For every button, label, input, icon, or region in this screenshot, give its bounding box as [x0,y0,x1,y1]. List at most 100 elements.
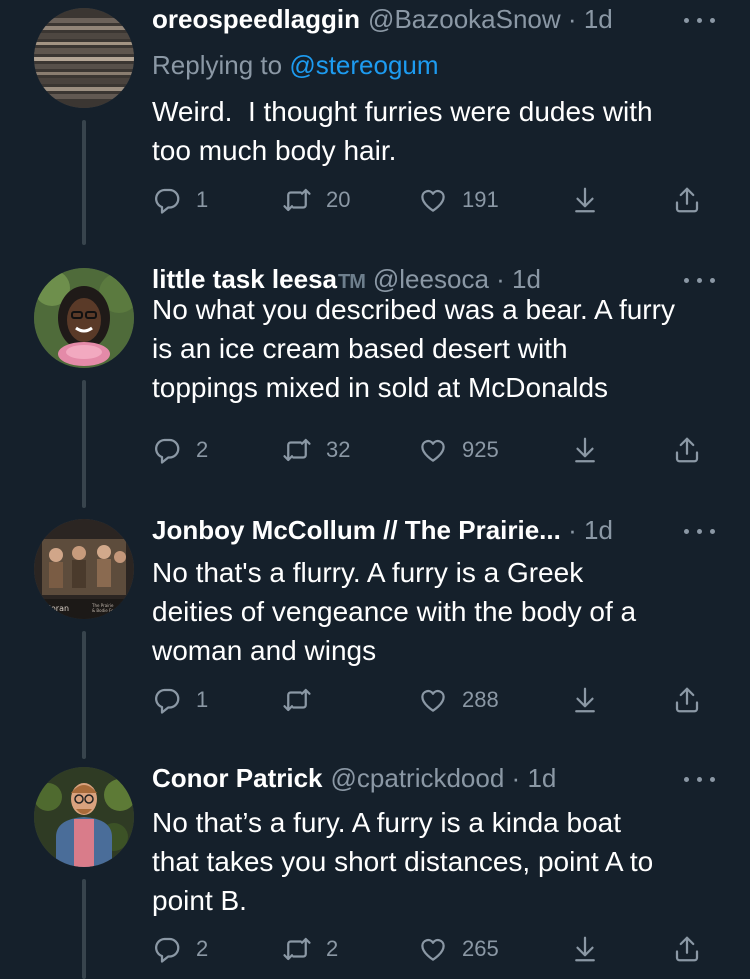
avatar-image [34,767,134,867]
retweet-button[interactable]: 20 [282,180,350,220]
share-icon [675,687,699,713]
retweet-count: 20 [326,187,351,212]
download-icon [575,936,595,962]
avatar[interactable] [34,8,134,108]
retweet-button[interactable]: 32 [282,430,350,470]
tweet-text-line: Weird. I thought furries were dudes with [152,96,653,127]
tweet-text-line: No what you described was a bear. A furr… [152,294,675,325]
tweet-text: No that’s a fury. A furry is a kinda boa… [152,803,720,920]
timestamp[interactable]: 1d [584,4,613,34]
like-count: 265 [462,936,499,961]
like-button[interactable]: 191 [418,180,499,220]
reply-count: 2 [196,437,209,462]
download-button[interactable] [570,180,600,220]
display-name[interactable]: Conor Patrick [152,763,323,793]
retweet-button[interactable] [282,680,326,720]
reply-icon [155,438,180,464]
tweet-text-line: No that's a flurry. A furry is a Greek [152,557,584,588]
avatar-image [34,8,134,108]
retweet-icon [283,438,311,462]
more-icon[interactable] [682,10,718,30]
share-button[interactable] [672,680,702,720]
like-button[interactable]: 288 [418,680,499,720]
download-icon [575,437,595,463]
separator: · [567,4,577,34]
handle[interactable]: @cpatrickdood [331,763,505,793]
download-button[interactable] [570,680,600,720]
retweet-icon [283,188,311,212]
avatar-caption: & Bodie Fest [92,608,118,613]
retweet-icon [283,937,311,961]
reply-count: 1 [196,187,209,212]
share-icon [675,437,699,463]
thread-line [82,380,86,508]
avatar-image [34,268,134,368]
download-button[interactable] [570,929,600,969]
reply-count: 2 [196,936,209,961]
tweet-text-line: is an ice cream based desert with [152,333,568,364]
tweet-text-line: No that’s a fury. A furry is a kinda boa… [152,807,621,838]
retweet-count: 2 [326,936,339,961]
retweet-button[interactable]: 2 [282,929,338,969]
like-icon [421,189,445,212]
tweet-text-line: toppings mixed in sold at McDonalds [152,372,609,403]
tweet-text-line: woman and wings [152,635,377,666]
timestamp[interactable]: 1d [527,763,556,793]
tweet-text: No that's a flurry. A furry is a Greek d… [152,553,720,670]
avatar[interactable] [34,767,134,867]
thread-line [82,879,86,979]
share-button[interactable] [672,180,702,220]
replying-to: Replying to @stereogum [152,48,439,82]
retweet-icon [283,688,311,712]
reply-button[interactable]: 2 [152,929,208,969]
avatar-caption: Moran [44,604,69,613]
replying-to-label: Replying to [152,50,283,80]
display-name[interactable]: oreospeedlaggin [152,4,360,34]
share-button[interactable] [672,430,702,470]
avatar-image: Moran The Prairie & Bodie Fest [34,519,134,619]
like-button[interactable]: 265 [418,929,499,969]
tweet-header: Conor Patrick @cpatrickdood · 1d [152,761,690,795]
thread-line [82,120,86,245]
download-icon [575,187,595,213]
like-count: 191 [462,187,499,212]
download-icon [575,687,595,713]
display-name[interactable]: Jonboy McCollum // The Prairie... [152,515,561,545]
like-button[interactable]: 925 [418,430,499,470]
thread-line [82,631,86,759]
tweet-header: oreospeedlaggin @BazookaSnow · 1d [152,2,690,36]
separator: · [568,515,577,545]
reply-count: 1 [196,687,209,712]
reply-icon [155,937,180,963]
reply-icon [155,688,180,714]
tweet-text-line: that takes you short distances, point A … [152,846,654,877]
avatar[interactable]: Moran The Prairie & Bodie Fest [34,519,134,619]
tweet-text-line: deities of vengeance with the body of a [152,596,637,627]
share-button[interactable] [672,929,702,969]
tweet-header: Jonboy McCollum // The Prairie... · 1d [152,513,640,547]
tweet-text: Weird. I thought furries were dudes with… [152,92,720,170]
reply-button[interactable]: 2 [152,430,208,470]
handle[interactable]: @BazookaSnow [368,4,561,34]
more-icon[interactable] [682,521,718,541]
timestamp[interactable]: 1d [584,515,613,545]
tweet-text-line: point B. [152,885,247,916]
avatar[interactable] [34,268,134,368]
reply-button[interactable]: 1 [152,180,208,220]
reply-button[interactable]: 1 [152,680,208,720]
share-icon [675,936,699,962]
tweet-text-line: too much body hair. [152,135,397,166]
share-icon [675,187,699,213]
action-bar: 2 2 265 [152,929,750,969]
action-bar: 2 32 925 [152,430,750,470]
action-bar: 1 288 [152,680,750,720]
mention-link[interactable]: @stereogum [289,50,438,80]
more-icon[interactable] [682,769,718,789]
like-icon [421,689,445,712]
more-icon[interactable] [682,270,718,290]
download-button[interactable] [570,430,600,470]
like-icon [421,439,445,462]
tweet-text: No what you described was a bear. A furr… [152,290,720,407]
retweet-count: 32 [326,437,351,462]
separator: · [511,763,521,793]
